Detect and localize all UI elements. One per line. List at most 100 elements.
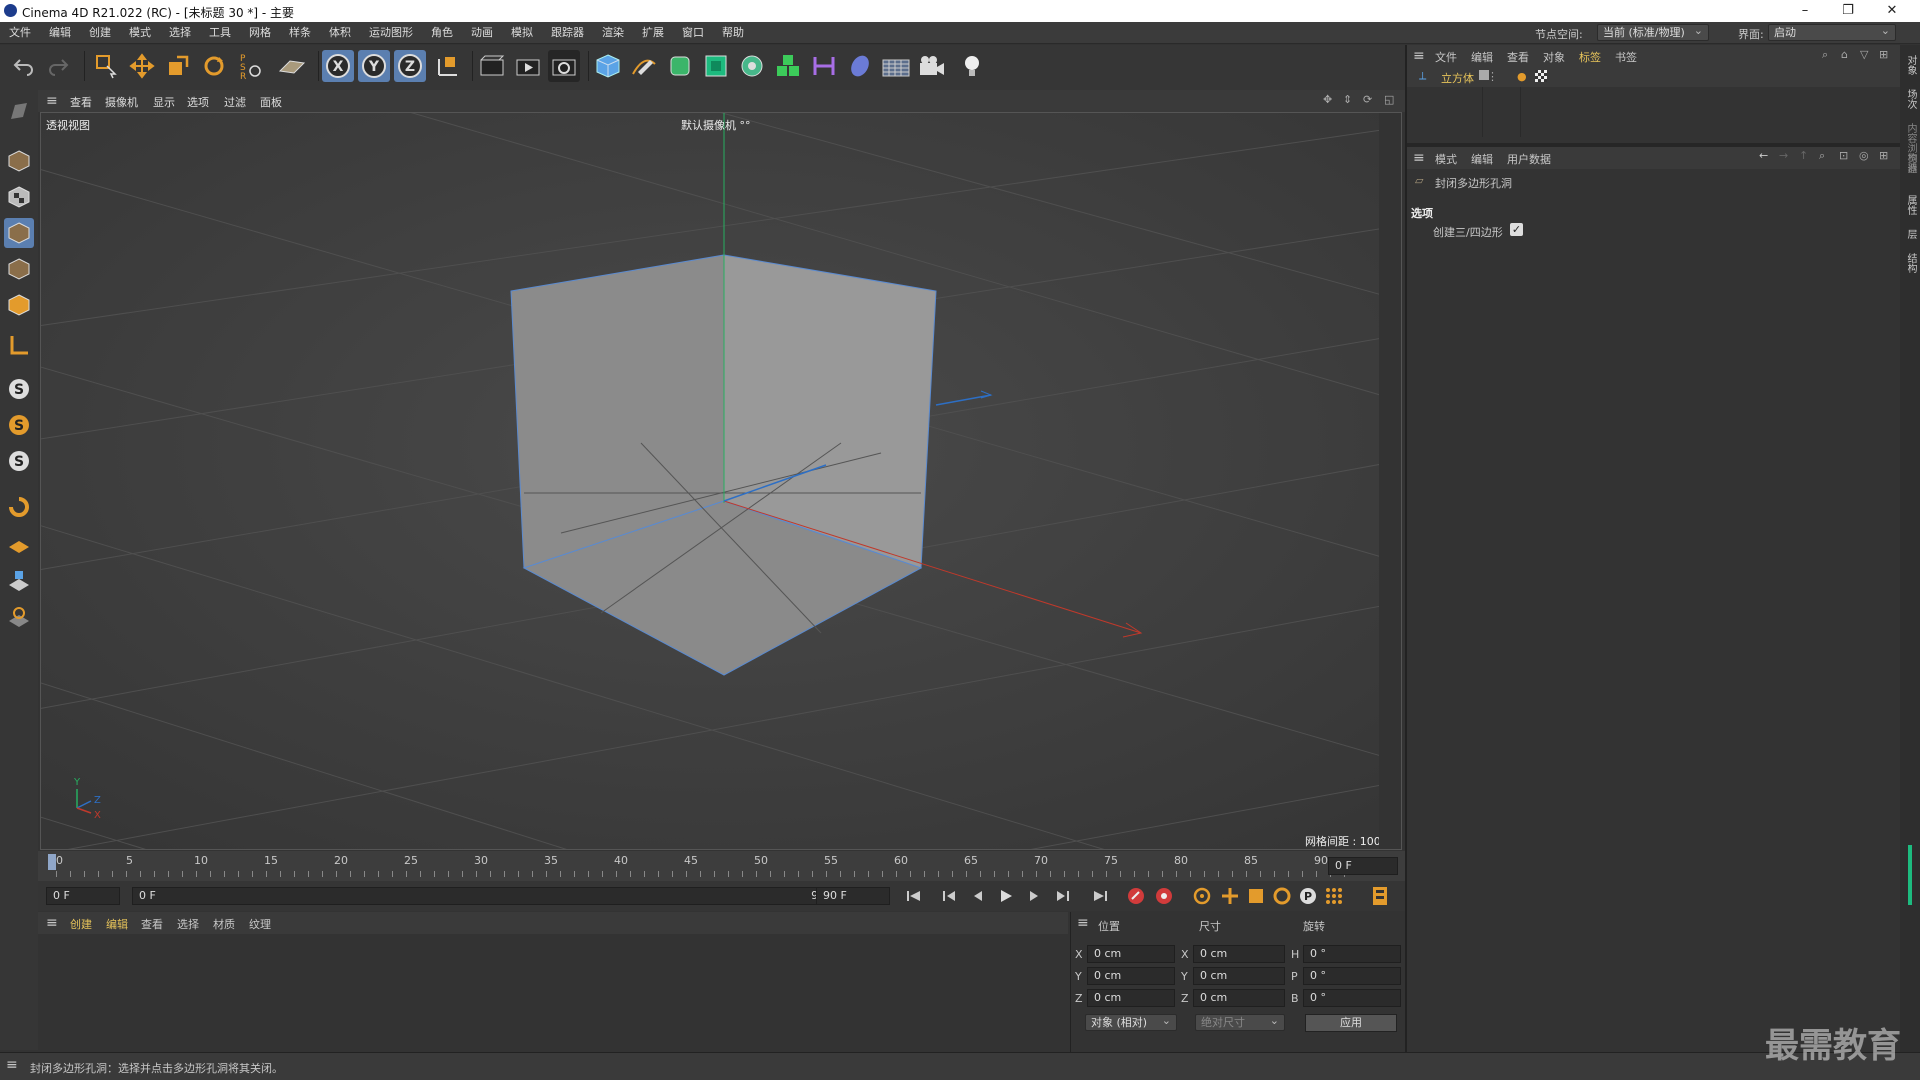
redo-icon[interactable] bbox=[42, 50, 74, 82]
render-to-picture-viewer-icon[interactable] bbox=[512, 50, 544, 82]
scale-icon[interactable] bbox=[162, 50, 194, 82]
material-menu-select[interactable]: 选择 bbox=[177, 916, 199, 932]
material-menu-view[interactable]: 查看 bbox=[141, 916, 163, 932]
status-menu-icon[interactable]: ≡ bbox=[6, 1057, 18, 1073]
material-menu-material[interactable]: 材质 bbox=[213, 916, 235, 932]
attribute-search-icon[interactable]: ⌕ bbox=[1819, 149, 1825, 163]
current-frame-field[interactable]: 0 F bbox=[1328, 857, 1398, 875]
snap-icon[interactable]: S bbox=[4, 374, 34, 404]
attribute-new-window-icon[interactable]: ⊞ bbox=[1879, 149, 1888, 162]
record-active-icon[interactable] bbox=[1124, 885, 1148, 907]
position-y-field[interactable]: 0 cm bbox=[1087, 967, 1175, 985]
goto-end-icon[interactable] bbox=[1088, 885, 1112, 907]
mograph-icon[interactable] bbox=[772, 50, 804, 82]
point-level-key-icon[interactable] bbox=[1322, 885, 1346, 907]
side-tab-attributes[interactable]: 属性 bbox=[1903, 195, 1918, 215]
texture-mode-icon[interactable] bbox=[4, 182, 34, 212]
rotation-h-field[interactable]: 0 ° bbox=[1303, 945, 1401, 963]
attribute-menu-mode[interactable]: 模式 bbox=[1435, 151, 1457, 167]
scene-icon[interactable] bbox=[844, 50, 876, 82]
menu-create[interactable]: 创建 bbox=[80, 22, 120, 44]
cube-object-icon[interactable] bbox=[592, 50, 624, 82]
size-z-field[interactable]: 0 cm bbox=[1193, 989, 1285, 1007]
menu-simulate[interactable]: 模拟 bbox=[502, 22, 542, 44]
locked-workplane-icon[interactable] bbox=[4, 566, 34, 596]
pen-spline-icon[interactable] bbox=[628, 50, 660, 82]
snap-settings-icon[interactable]: S bbox=[4, 410, 34, 440]
viewport-scrollbar[interactable] bbox=[1379, 113, 1401, 849]
object-menu-icon[interactable]: ≡ bbox=[1413, 48, 1425, 64]
axis-mode-icon[interactable] bbox=[4, 330, 34, 360]
coords-menu-icon[interactable]: ≡ bbox=[1077, 915, 1089, 931]
position-x-field[interactable]: 0 cm bbox=[1087, 945, 1175, 963]
end-frame-field[interactable]: 90 F bbox=[816, 887, 890, 905]
object-tag-icon[interactable]: ● bbox=[1517, 70, 1527, 83]
model-mode-icon[interactable] bbox=[4, 146, 34, 176]
undo-icon[interactable] bbox=[8, 50, 40, 82]
attribute-forward-icon[interactable]: → bbox=[1779, 149, 1788, 162]
z-axis-lock-button[interactable]: Z bbox=[394, 50, 426, 82]
viewport-menu-icon[interactable]: ≡ bbox=[46, 93, 58, 109]
object-layer-icon[interactable] bbox=[1479, 70, 1489, 80]
layout-select[interactable]: 启动 bbox=[1768, 23, 1896, 41]
menu-render[interactable]: 渲染 bbox=[593, 22, 633, 44]
keyframe-selection-icon[interactable] bbox=[1190, 885, 1214, 907]
start-frame-field[interactable]: 0 F bbox=[46, 887, 120, 905]
object-new-window-icon[interactable]: ⊞ bbox=[1879, 48, 1888, 61]
side-tab-structure[interactable]: 构造 bbox=[1903, 153, 1918, 173]
object-menu-file[interactable]: 文件 bbox=[1435, 49, 1457, 65]
size-x-field[interactable]: 0 cm bbox=[1193, 945, 1285, 963]
menu-mograph[interactable]: 运动图形 bbox=[360, 22, 422, 44]
object-filter-icon[interactable]: ▽ bbox=[1860, 48, 1868, 61]
object-home-icon[interactable]: ⌂ bbox=[1841, 48, 1848, 61]
rotation-key-icon[interactable] bbox=[1270, 885, 1294, 907]
menu-mode[interactable]: 模式 bbox=[120, 22, 160, 44]
viewport-rotate-icon[interactable]: ⟳ bbox=[1363, 93, 1372, 106]
next-key-icon[interactable] bbox=[1050, 885, 1074, 907]
side-tab-structure-2[interactable]: 结构 bbox=[1903, 253, 1918, 273]
node-space-select[interactable]: 当前 (标准/物理) bbox=[1597, 23, 1709, 41]
render-view-icon[interactable] bbox=[476, 50, 508, 82]
rotation-b-field[interactable]: 0 ° bbox=[1303, 989, 1401, 1007]
viewport-pan-icon[interactable]: ✥ bbox=[1323, 93, 1332, 106]
size-mode-select[interactable]: 绝对尺寸 bbox=[1195, 1013, 1285, 1031]
attribute-back-icon[interactable]: ← bbox=[1759, 149, 1768, 162]
position-z-field[interactable]: 0 cm bbox=[1087, 989, 1175, 1007]
enable-axis-icon[interactable] bbox=[276, 50, 308, 82]
timeline-layout-icon[interactable] bbox=[1368, 885, 1392, 907]
menu-character[interactable]: 角色 bbox=[422, 22, 462, 44]
attribute-menu-edit[interactable]: 编辑 bbox=[1471, 151, 1493, 167]
next-frame-icon[interactable] bbox=[1022, 885, 1046, 907]
menu-help[interactable]: 帮助 bbox=[713, 22, 753, 44]
attribute-up-icon[interactable]: ↑ bbox=[1799, 149, 1808, 162]
object-menu-bookmarks[interactable]: 书签 bbox=[1615, 49, 1637, 65]
deformer-icon[interactable] bbox=[736, 50, 768, 82]
side-tab-objects[interactable]: 对象 bbox=[1903, 55, 1918, 75]
autokey-icon[interactable] bbox=[1152, 885, 1176, 907]
object-menu-view[interactable]: 查看 bbox=[1507, 49, 1529, 65]
menu-file[interactable]: 文件 bbox=[0, 22, 40, 44]
viewport-menu-panel[interactable]: 面板 bbox=[260, 94, 282, 110]
attribute-settings-icon[interactable]: ◎ bbox=[1859, 149, 1869, 162]
position-key-icon[interactable] bbox=[1218, 885, 1242, 907]
menu-tracker[interactable]: 跟踪器 bbox=[542, 22, 593, 44]
play-icon[interactable] bbox=[994, 885, 1018, 907]
side-scroll-indicator[interactable] bbox=[1908, 845, 1912, 905]
object-material-tag-icon[interactable] bbox=[1535, 70, 1547, 82]
perspective-viewport[interactable]: Y Z X 透视视图 默认摄像机 °° 网格间距 : 100 cm bbox=[40, 112, 1402, 850]
menu-volume[interactable]: 体积 bbox=[320, 22, 360, 44]
viewport-menu-filter[interactable]: 过滤 bbox=[224, 94, 246, 110]
workplane-snap-icon[interactable]: S bbox=[4, 446, 34, 476]
viewport-menu-view[interactable]: 查看 bbox=[70, 94, 92, 110]
live-selection-icon[interactable] bbox=[90, 50, 122, 82]
close-button[interactable]: ✕ bbox=[1872, 2, 1912, 20]
restore-button[interactable]: ❐ bbox=[1828, 2, 1868, 20]
timeline-ruler[interactable]: 0 5 10 15 20 25 30 35 40 45 50 55 60 65 … bbox=[38, 851, 1405, 881]
attribute-menu-userdata[interactable]: 用户数据 bbox=[1507, 151, 1551, 167]
prev-key-icon[interactable] bbox=[938, 885, 962, 907]
y-axis-lock-button[interactable]: Y bbox=[358, 50, 390, 82]
viewport-menu-options[interactable]: 选项 bbox=[187, 94, 209, 110]
viewport-maximize-icon[interactable]: ◱ bbox=[1384, 93, 1394, 106]
material-menu-edit[interactable]: 编辑 bbox=[106, 916, 128, 932]
menu-tools[interactable]: 工具 bbox=[200, 22, 240, 44]
